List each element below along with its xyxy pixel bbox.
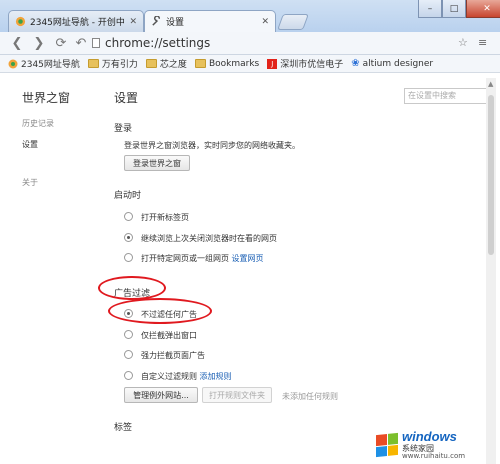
undo-icon[interactable]: ↶ bbox=[72, 34, 90, 52]
bookmark-label: 万有引力 bbox=[101, 60, 138, 70]
bookmark-label: altium designer bbox=[362, 58, 434, 69]
new-tab-button[interactable] bbox=[277, 14, 309, 30]
back-icon[interactable]: ❮ bbox=[8, 34, 26, 52]
jd-icon: J bbox=[267, 58, 278, 69]
url-text: chrome://settings bbox=[105, 36, 211, 50]
folder-icon bbox=[194, 59, 206, 68]
bookmark-site[interactable]: J 深圳市优信电子 bbox=[267, 57, 343, 70]
startup-label-newtab: 打开新标签页 bbox=[141, 213, 189, 222]
adblock-label-strong: 强力拦截页面广告 bbox=[141, 351, 205, 360]
menu-icon[interactable]: ≡ bbox=[478, 36, 487, 49]
sidebar-item-settings[interactable]: 设置 bbox=[22, 139, 38, 150]
2345-icon bbox=[8, 59, 18, 68]
forward-icon[interactable]: ❯ bbox=[30, 34, 48, 52]
star-icon[interactable]: ☆ bbox=[458, 36, 468, 49]
scrollbar-thumb[interactable] bbox=[488, 95, 494, 255]
adblock-custom-text: 自定义过滤规则 bbox=[141, 372, 197, 381]
paw-icon: ❀ bbox=[351, 58, 360, 69]
set-pages-link[interactable]: 设置网页 bbox=[232, 254, 264, 263]
watermark: windows 系统家园 www.ruihaitu.com bbox=[376, 428, 498, 462]
scroll-up-icon[interactable]: ▲ bbox=[488, 80, 493, 88]
navigation-toolbar: ❮ ❯ ⟳ ↶ chrome://settings ☆ ≡ bbox=[0, 32, 500, 55]
minimize-button[interactable]: – bbox=[418, 0, 442, 18]
startup-label-continue: 继续浏览上次关闭浏览器时在看的网页 bbox=[141, 234, 277, 243]
adblock-radio-strong[interactable] bbox=[124, 350, 133, 359]
bookmark-folder[interactable]: 芯之度 bbox=[145, 57, 187, 70]
manage-exceptions-button[interactable]: 管理例外网站... bbox=[124, 387, 198, 403]
annotation-circle bbox=[98, 276, 166, 300]
add-rule-link[interactable]: 添加规则 bbox=[200, 372, 232, 381]
annotation-circle bbox=[108, 298, 212, 324]
sidebar-title: 世界之窗 bbox=[22, 91, 71, 105]
bookmarks-bar: 2345网址导航 万有引力 芯之度 Bookmarks J 深圳市优信电子 ❀ … bbox=[0, 55, 500, 73]
tab-2345[interactable]: 2345网址导航 - 开创中国 ✕ bbox=[8, 10, 144, 32]
login-heading: 登录 bbox=[114, 124, 133, 134]
adblock-label-popups: 仅拦截弹出窗口 bbox=[141, 331, 197, 340]
startup-specific-text: 打开特定网页或一组网页 bbox=[141, 254, 229, 263]
bookmark-folder[interactable]: 万有引力 bbox=[87, 57, 138, 70]
sidebar-item-history[interactable]: 历史记录 bbox=[22, 118, 54, 129]
startup-radio-newtab[interactable] bbox=[124, 212, 133, 221]
adblock-radio-custom[interactable] bbox=[124, 371, 133, 380]
folder-icon bbox=[87, 59, 99, 68]
bookmark-site[interactable]: ❀ altium designer bbox=[351, 58, 433, 69]
page-icon bbox=[92, 38, 100, 48]
watermark-domain: www.ruihaitu.com bbox=[402, 452, 466, 460]
address-bar[interactable]: chrome://settings bbox=[92, 34, 472, 52]
tabs-heading: 标签 bbox=[114, 423, 133, 433]
tab-settings[interactable]: 设置 ✕ bbox=[144, 10, 276, 32]
folder-icon bbox=[145, 59, 157, 68]
bookmark-label: 深圳市优信电子 bbox=[280, 60, 344, 70]
watermark-main: windows bbox=[402, 429, 457, 444]
startup-heading: 启动时 bbox=[114, 191, 142, 201]
bookmark-label: 2345网址导航 bbox=[21, 60, 80, 70]
startup-radio-continue[interactable] bbox=[124, 233, 133, 242]
tab-label: 2345网址导航 - 开创中国 bbox=[30, 18, 126, 28]
adblock-label-custom: 自定义过滤规则 添加规则 bbox=[141, 371, 232, 382]
bookmark-2345[interactable]: 2345网址导航 bbox=[8, 57, 80, 70]
startup-label-specific: 打开特定网页或一组网页 设置网页 bbox=[141, 253, 264, 264]
close-tab-icon[interactable]: ✕ bbox=[129, 17, 137, 27]
bookmark-folder[interactable]: Bookmarks bbox=[194, 58, 260, 69]
login-button[interactable]: 登录世界之窗 bbox=[124, 155, 190, 171]
login-description: 登录世界之窗浏览器，实时同步您的网络收藏夹。 bbox=[124, 141, 300, 150]
open-rules-folder-button[interactable]: 打开规则文件夹 bbox=[202, 387, 272, 403]
page-title: 设置 bbox=[114, 91, 139, 105]
window-controls: – □ ✕ bbox=[418, 0, 500, 20]
close-tab-icon[interactable]: ✕ bbox=[261, 17, 269, 27]
bookmark-label: Bookmarks bbox=[208, 58, 260, 69]
reload-icon[interactable]: ⟳ bbox=[52, 34, 70, 52]
tab-label: 设置 bbox=[166, 18, 185, 28]
adblock-radio-popups[interactable] bbox=[124, 330, 133, 339]
maximize-button[interactable]: □ bbox=[442, 0, 466, 18]
settings-search-input[interactable]: 在设置中搜索 bbox=[404, 88, 487, 104]
2345-icon bbox=[15, 16, 26, 27]
sidebar-item-about[interactable]: 关于 bbox=[22, 177, 38, 188]
browser-window: 2345网址导航 - 开创中国 ✕ 设置 ✕ – □ ✕ ❮ ❯ ⟳ ↶ chr… bbox=[0, 0, 500, 464]
rules-status: 未添加任何规则 bbox=[282, 392, 338, 401]
wrench-icon bbox=[152, 16, 160, 26]
tab-strip: 2345网址导航 - 开创中国 ✕ 设置 ✕ – □ ✕ bbox=[0, 0, 500, 33]
windows-logo-icon bbox=[376, 432, 398, 458]
bookmark-label: 芯之度 bbox=[159, 60, 187, 70]
startup-radio-specific[interactable] bbox=[124, 253, 133, 262]
close-window-button[interactable]: ✕ bbox=[466, 0, 500, 18]
